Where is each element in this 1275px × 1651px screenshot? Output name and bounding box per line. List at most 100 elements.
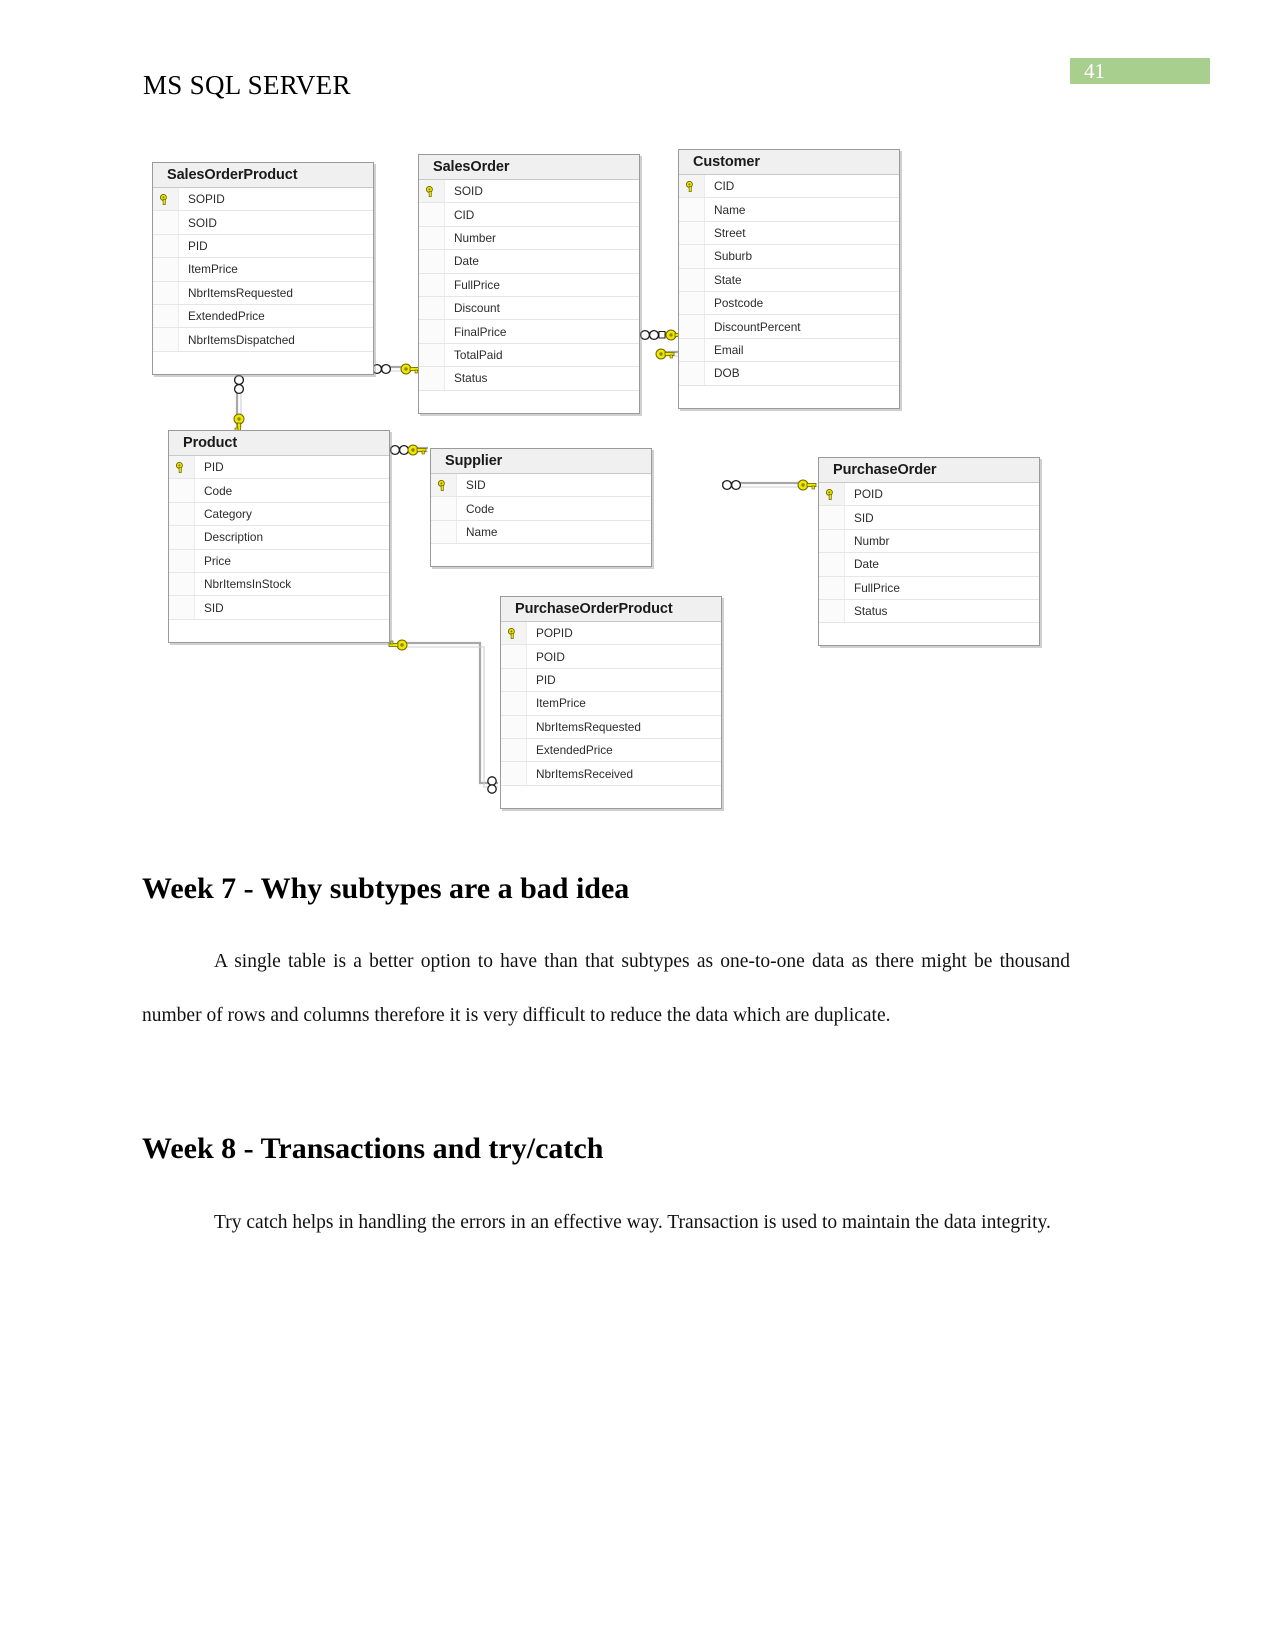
field-gutter <box>419 367 445 390</box>
er-field-row: State <box>679 268 899 292</box>
er-field-row: NbrItemsInStock <box>169 572 389 597</box>
er-field-row: Postcode <box>679 291 899 316</box>
er-field-row: NbrItemsRequested <box>501 715 721 739</box>
field-gutter <box>679 268 705 291</box>
er-field-row: ItemPrice <box>153 258 373 282</box>
table-tail <box>501 786 721 808</box>
er-table-purchaseorderproduct[interactable]: PurchaseOrderProduct POPID POID PID Item… <box>500 596 722 809</box>
table-tail <box>419 391 639 413</box>
er-field-label: Street <box>714 225 746 240</box>
er-field-row: SOID <box>153 211 373 235</box>
er-field-label: Discount <box>454 301 500 316</box>
er-field-label: DOB <box>714 366 740 381</box>
er-field-label: Date <box>454 254 479 269</box>
er-field-label: Category <box>204 506 252 521</box>
relationship-product-supplier <box>389 444 428 456</box>
er-field-row: ExtendedPrice <box>501 738 721 763</box>
er-table-title: Product <box>169 431 389 456</box>
er-field-row: SID <box>431 474 651 498</box>
er-field-row: POID <box>501 645 721 669</box>
er-field-row: CID <box>419 203 639 227</box>
er-field-label: NbrItemsRequested <box>536 719 641 734</box>
er-table-supplier[interactable]: Supplier SID Code Name <box>430 448 652 568</box>
er-field-label: SID <box>466 478 486 493</box>
table-tail <box>153 352 373 374</box>
er-field-row: Category <box>169 502 389 527</box>
er-field-row: SID <box>169 596 389 620</box>
er-field-row: Number <box>419 226 639 251</box>
er-field-row: SOID <box>419 180 639 204</box>
er-table-salesorder[interactable]: SalesOrder SOID CID Number Date FullPric… <box>418 154 640 414</box>
page-header: MS SQL SERVER 41 <box>0 0 1275 120</box>
table-tail <box>679 386 899 408</box>
relationship-salesorderproduct-salesorder <box>371 363 420 375</box>
er-field-label: NbrItemsDispatched <box>188 332 295 347</box>
field-gutter <box>501 738 527 762</box>
field-gutter <box>419 250 445 273</box>
er-field-label: Code <box>466 501 495 516</box>
field-gutter <box>819 506 845 529</box>
er-table-customer[interactable]: Customer CID Name Street Suburb State Po… <box>678 149 900 409</box>
er-table-purchaseorder[interactable]: PurchaseOrder POID SID Numbr Date FullPr… <box>818 457 1040 647</box>
key-icon <box>153 188 179 211</box>
er-field-label: SOID <box>188 215 217 230</box>
er-field-row: Description <box>169 526 389 550</box>
field-gutter <box>501 762 527 785</box>
er-field-row: ItemPrice <box>501 692 721 716</box>
er-field-label: FullPrice <box>454 277 500 292</box>
field-gutter <box>679 291 705 315</box>
field-gutter <box>679 338 705 362</box>
field-gutter <box>153 211 179 234</box>
er-field-row: Status <box>419 367 639 391</box>
er-field-label: Email <box>714 342 744 357</box>
field-gutter <box>501 692 527 715</box>
field-gutter <box>819 529 845 553</box>
field-gutter <box>679 245 705 268</box>
er-field-label: Suburb <box>714 249 753 264</box>
field-gutter <box>679 198 705 221</box>
er-table-product[interactable]: Product PID Code Category Description Pr… <box>168 430 390 643</box>
er-table-title: PurchaseOrderProduct <box>501 597 721 622</box>
page-number-label: 41 <box>1084 59 1105 83</box>
er-field-row: PID <box>153 234 373 259</box>
er-table-salesorderproduct[interactable]: SalesOrderProduct SOPID SOID PID ItemPri… <box>152 162 374 375</box>
er-field-row: Price <box>169 549 389 573</box>
er-field-label: ExtendedPrice <box>536 743 613 758</box>
er-field-row: PID <box>169 456 389 480</box>
er-field-row: POID <box>819 483 1039 507</box>
er-field-row: NbrItemsDispatched <box>153 328 373 352</box>
field-gutter <box>169 572 195 596</box>
field-gutter <box>679 315 705 338</box>
field-gutter <box>419 273 445 296</box>
er-field-row: Name <box>679 198 899 222</box>
field-gutter <box>679 362 705 385</box>
er-field-row: Numbr <box>819 529 1039 554</box>
er-field-row: Name <box>431 520 651 545</box>
week7-heading: Week 7 - Why subtypes are a bad idea <box>142 872 630 905</box>
week8-heading: Week 8 - Transactions and try/catch <box>142 1132 604 1165</box>
er-field-label: Date <box>854 557 879 572</box>
entity-relationship-diagram: SalesOrderProduct SOPID SOID PID ItemPri… <box>140 140 1090 840</box>
er-field-label: TotalPaid <box>454 347 503 362</box>
er-field-label: ItemPrice <box>536 696 586 711</box>
er-field-row: SOPID <box>153 188 373 212</box>
er-field-row: Street <box>679 221 899 246</box>
field-gutter <box>819 599 845 623</box>
field-gutter <box>419 343 445 367</box>
er-field-row: Suburb <box>679 245 899 269</box>
er-field-row: NbrItemsRequested <box>153 281 373 305</box>
er-field-row: Code <box>431 497 651 521</box>
field-gutter <box>679 221 705 245</box>
relationship-purchaseorderproduct-purchaseorder <box>721 479 817 491</box>
er-field-label: Name <box>714 202 746 217</box>
er-field-row: Status <box>819 599 1039 624</box>
relationship-salesorderproduct-product <box>233 374 245 433</box>
er-field-label: SID <box>854 510 874 525</box>
key-icon <box>501 622 527 645</box>
er-field-label: ItemPrice <box>188 262 238 277</box>
field-gutter <box>169 596 195 619</box>
er-field-row: Date <box>419 250 639 274</box>
er-field-label: PID <box>188 238 208 253</box>
field-gutter <box>431 520 457 544</box>
field-gutter <box>169 502 195 526</box>
